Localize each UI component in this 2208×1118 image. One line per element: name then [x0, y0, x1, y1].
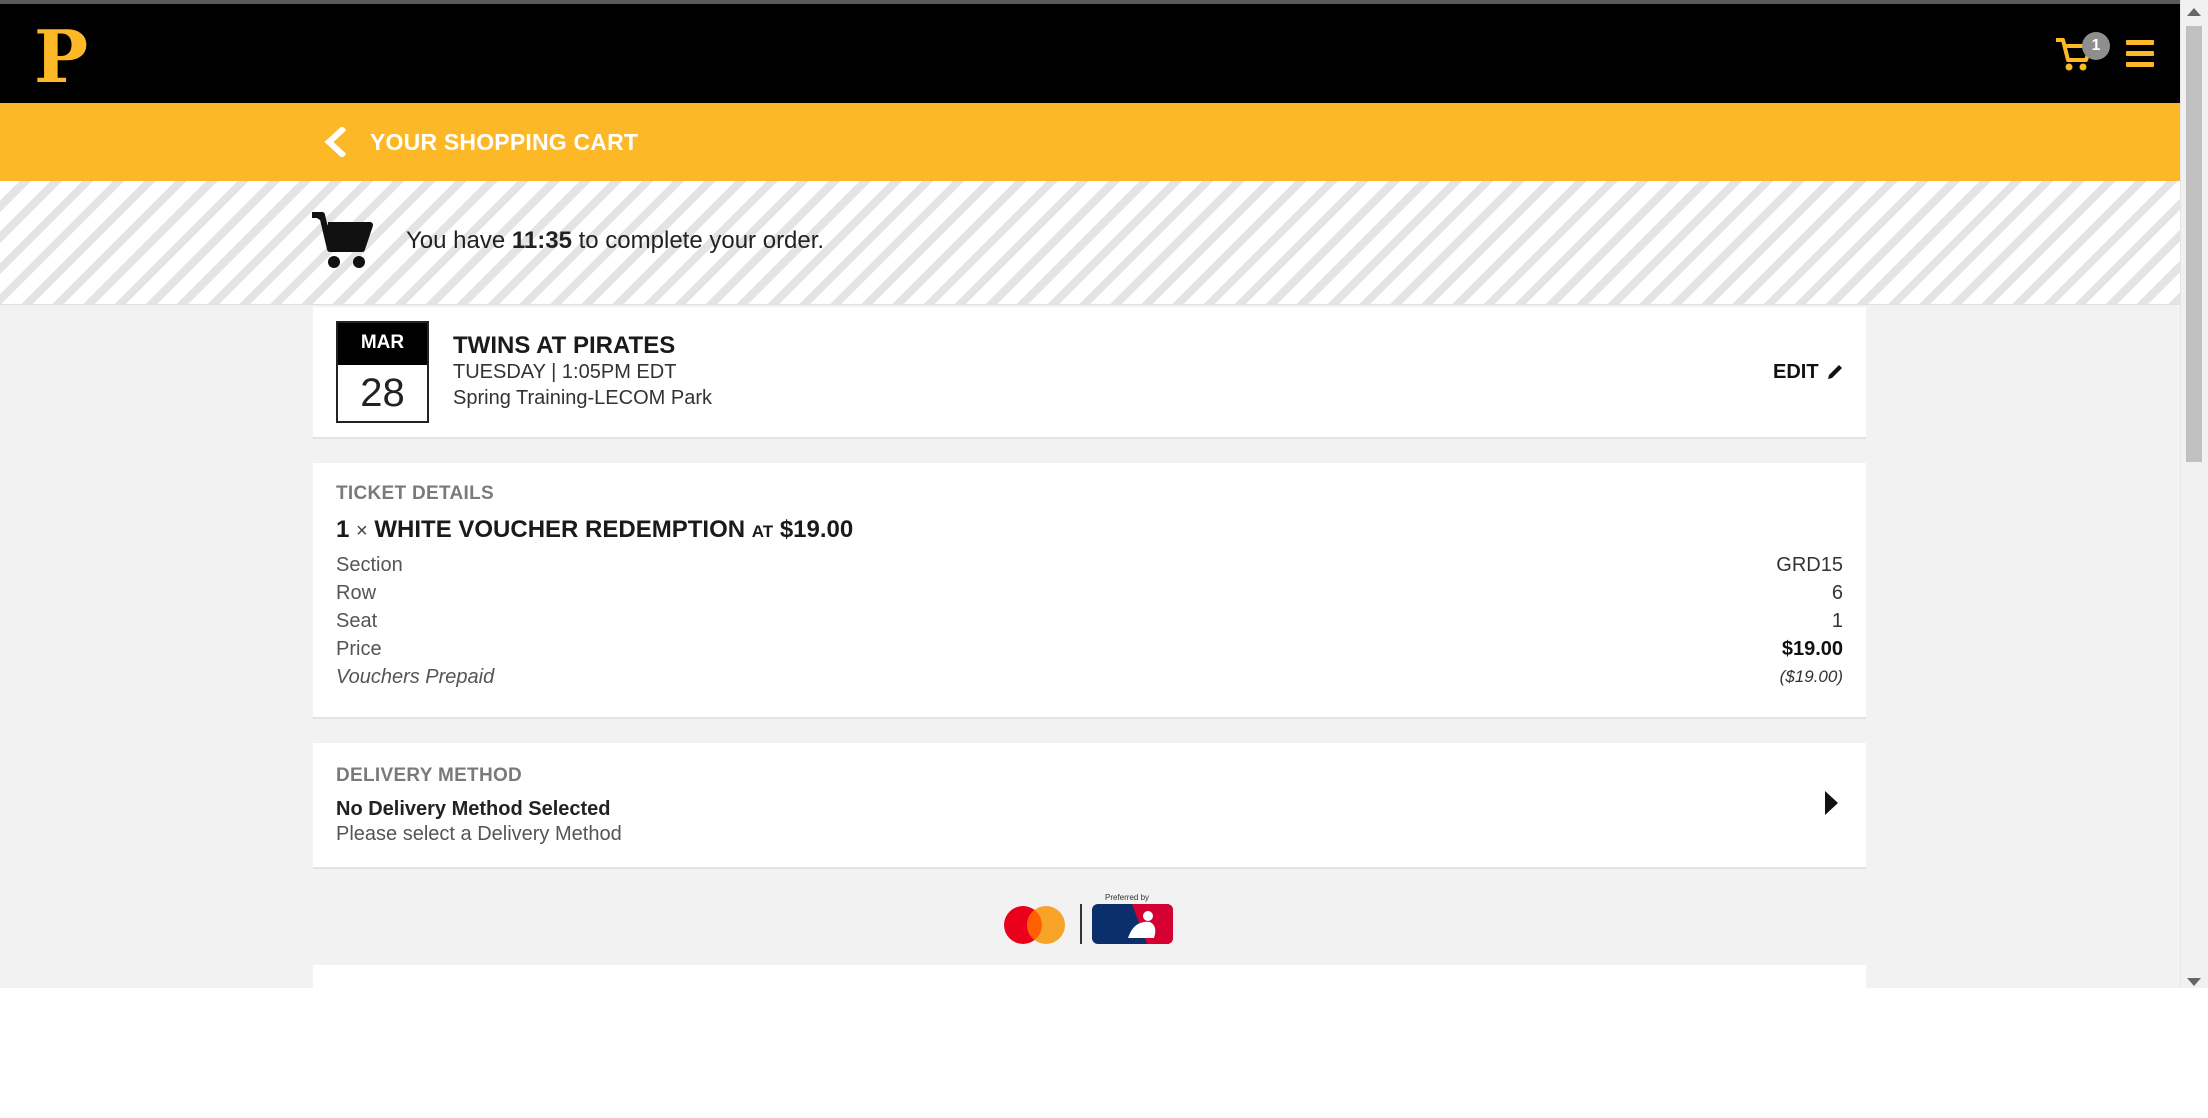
timer-message: You have 11:35 to complete your order. [406, 227, 825, 254]
pencil-icon [1827, 365, 1842, 379]
cart-header-bar: YOUR SHOPPING CART [0, 103, 2180, 181]
delivery-method-label: DELIVERY METHOD [336, 765, 523, 786]
edit-event-button[interactable]: EDIT [1773, 359, 1845, 385]
event-month: MAR [338, 323, 427, 365]
event-venue: Spring Training-LECOM Park [453, 387, 712, 409]
browser-viewport: P 1 YOUR SHOPPING CART You have 11:35 to… [0, 0, 2208, 988]
ticket-row-section: Section GRD15 [336, 554, 1843, 576]
sponsor-logos: Preferred by [1004, 893, 1173, 944]
ticket-row-vouchers: Vouchers Prepaid ($19.00) [336, 666, 1843, 688]
delivery-method-card[interactable]: DELIVERY METHOD No Delivery Method Selec… [313, 743, 1866, 869]
scroll-down-arrow-icon[interactable] [2187, 978, 2201, 986]
svg-text:P: P [34, 20, 88, 92]
ticket-row-price: Price $19.00 [336, 638, 1843, 660]
top-nav-bar: P 1 [0, 0, 2180, 103]
ticket-row-seat: Seat 1 [336, 610, 1843, 632]
shopping-cart-icon [312, 212, 373, 268]
timer-countdown: 11:35 [511, 227, 572, 254]
svg-text:Preferred by: Preferred by [1105, 893, 1149, 902]
order-timer-banner: You have 11:35 to complete your order. [0, 181, 2180, 305]
hamburger-menu-icon[interactable] [2126, 40, 2154, 72]
delivery-method-status: No Delivery Method Selected [336, 798, 611, 820]
chevron-right-icon[interactable] [1823, 790, 1839, 816]
cart-count-badge: 1 [2082, 32, 2110, 60]
next-section-card [313, 965, 1866, 988]
event-datetime: TUESDAY | 1:05PM EDT [453, 361, 677, 383]
edit-label: EDIT [1773, 361, 1819, 383]
event-day: 28 [360, 371, 405, 415]
ticket-row-row: Row 6 [336, 582, 1843, 604]
scroll-up-arrow-icon[interactable] [2187, 8, 2201, 16]
delivery-method-hint: Please select a Delivery Method [336, 823, 622, 845]
ticket-details-label: TICKET DETAILS [336, 483, 494, 504]
scrollbar-thumb[interactable] [2186, 26, 2202, 462]
event-title: TWINS AT PIRATES [453, 332, 676, 359]
back-chevron-icon[interactable] [322, 127, 348, 157]
ticket-details-card: TICKET DETAILS 1 × WHITE VOUCHER REDEMPT… [313, 463, 1866, 719]
pirates-logo[interactable]: P [32, 20, 88, 92]
event-date-badge: MAR 28 [336, 321, 429, 423]
ticket-summary: 1 × WHITE VOUCHER REDEMPTION AT $19.00 [336, 516, 854, 543]
page-title: YOUR SHOPPING CART [370, 129, 639, 155]
event-card: MAR 28 TWINS AT PIRATES TUESDAY | 1:05PM… [313, 307, 1866, 439]
